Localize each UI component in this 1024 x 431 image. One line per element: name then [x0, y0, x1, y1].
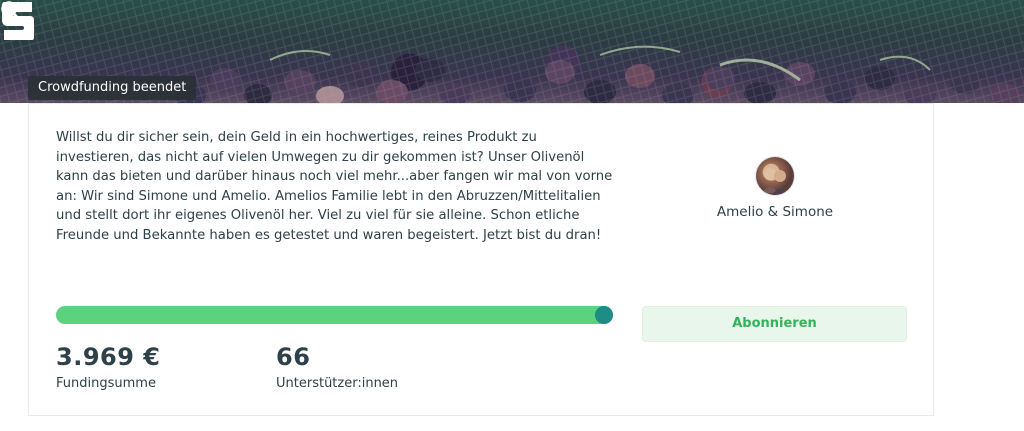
status-badge: Crowdfunding beendet [28, 76, 197, 100]
search-icon[interactable] [0, 0, 22, 22]
funding-progress-fill [56, 306, 613, 324]
campaign-description: Willst du dir sicher sein, dein Geld in … [56, 130, 613, 243]
supporters-count: 66 [276, 343, 311, 371]
funding-amount: 3.969 € [56, 343, 161, 371]
supporters-label: Unterstützer:innen [276, 376, 399, 391]
funding-progress-bar [56, 306, 613, 324]
author-name[interactable]: Amelio & Simone [700, 204, 850, 220]
avatar[interactable] [756, 157, 794, 195]
funding-progress-knob [595, 306, 613, 324]
subscribe-button[interactable]: Abonnieren [642, 306, 907, 342]
funding-label: Fundingsumme [56, 376, 156, 391]
